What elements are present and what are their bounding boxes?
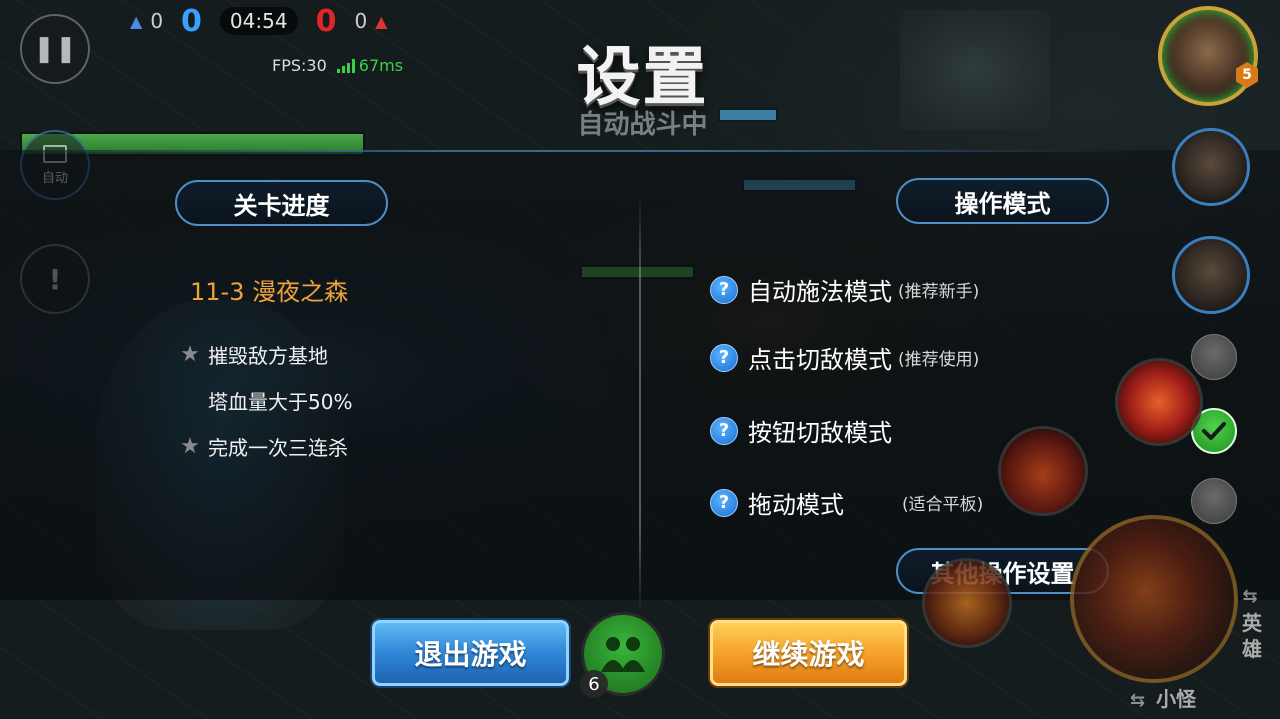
swap-icon: ⇆ [1242, 586, 1258, 607]
check-icon [1202, 422, 1226, 440]
fps-display: FPS:30 67ms [272, 56, 403, 75]
question-icon[interactable]: ? [710, 343, 738, 372]
auto-battle-status: 自动战斗中 [577, 110, 708, 140]
enemy-hp-bar [718, 108, 778, 122]
team-count-badge: 6 [580, 670, 608, 698]
signal-icon [336, 58, 355, 73]
mode-option-button-target[interactable]: ? 按钮切敌模式 [710, 413, 898, 448]
control-mode-label: 操作模式 [954, 189, 1051, 218]
mode-note: (推荐新手) [898, 282, 980, 302]
mode-label: 拖动模式 [748, 491, 844, 519]
stage-progress-label: 关卡进度 [233, 191, 330, 220]
continue-game-button[interactable]: 继续游戏 [710, 620, 907, 686]
mode-radio-tap-target[interactable] [1191, 334, 1237, 380]
panel-top-border [20, 150, 1140, 152]
continue-game-label: 继续游戏 [752, 638, 865, 671]
hero-label: 英雄 [1242, 611, 1262, 661]
mode-label: 点击切敌模式 [748, 346, 892, 374]
red-kills: 0 [315, 3, 337, 39]
pause-button[interactable]: ❚❚ [20, 14, 90, 84]
ping-label: 67ms [358, 56, 404, 75]
exit-game-button[interactable]: 退出游戏 [372, 620, 569, 686]
level-name: 11-3 漫夜之森 [190, 278, 349, 306]
objective-item: ★ 完成一次三连杀 [178, 432, 348, 461]
minion-label: 小怪 [1156, 687, 1197, 711]
attack-axe-button[interactable] [1070, 515, 1238, 683]
objective-text: 塔血量大于50% [208, 390, 353, 414]
skill-tent-icon[interactable] [998, 426, 1088, 516]
swap-icon: ⇆ [1130, 690, 1146, 711]
star-icon: ★ [178, 388, 202, 413]
mode-label: 按钮切敌模式 [748, 419, 892, 447]
skill-fire-icon[interactable] [1115, 358, 1203, 446]
star-icon: ★ [180, 342, 200, 367]
objective-item: ★ 塔血量大于50% [178, 386, 352, 415]
objective-text: 完成一次三连杀 [208, 436, 348, 460]
pause-icon: ❚❚ [33, 34, 77, 64]
mode-option-drag[interactable]: ? 拖动模式 (适合平板) [710, 485, 983, 520]
mode-note: (推荐使用) [898, 350, 980, 370]
blue-kills: 0 [181, 3, 202, 39]
red-team-icon: ▲ [375, 11, 388, 31]
stage-progress-heading: 关卡进度 [175, 180, 388, 226]
scoreboard: ▲ 0 0 04:54 0 0 ▲ [130, 3, 388, 39]
ally-avatar[interactable] [1172, 128, 1250, 206]
question-icon[interactable]: ? [710, 275, 738, 304]
target-hero-toggle[interactable]: ⇆ 英雄 [1240, 582, 1264, 662]
team-icon [601, 637, 645, 672]
red-towers-count: 0 [354, 9, 368, 33]
match-timer: 04:54 [219, 7, 298, 35]
mode-note: (适合平板) [902, 495, 984, 515]
mode-label: 自动施法模式 [748, 278, 892, 306]
mode-radio-drag[interactable] [1191, 478, 1237, 524]
mode-option-tap-target[interactable]: ? 点击切敌模式 (推荐使用) [710, 340, 979, 375]
skill-beast-icon[interactable] [922, 558, 1012, 648]
hero-avatar[interactable]: 5 [1158, 6, 1258, 106]
fps-label: FPS:30 [272, 56, 327, 75]
panel-divider [639, 195, 641, 615]
mode-option-auto-cast[interactable]: ? 自动施法模式 (推荐新手) [710, 272, 979, 307]
question-icon[interactable]: ? [710, 488, 738, 517]
enemy-tower [900, 10, 1050, 130]
target-minion-toggle[interactable]: ⇆ 小怪 [1130, 683, 1196, 712]
ally-avatar[interactable] [1172, 236, 1250, 314]
blue-towers-count: 0 [150, 9, 164, 33]
control-mode-heading: 操作模式 [896, 178, 1109, 224]
exit-game-label: 退出游戏 [414, 638, 527, 671]
objective-item: ★ 摧毁敌方基地 [178, 340, 328, 369]
question-icon[interactable]: ? [710, 416, 738, 445]
objective-text: 摧毁敌方基地 [208, 344, 328, 368]
blue-team-icon: ▲ [130, 11, 143, 31]
star-icon: ★ [180, 434, 200, 459]
